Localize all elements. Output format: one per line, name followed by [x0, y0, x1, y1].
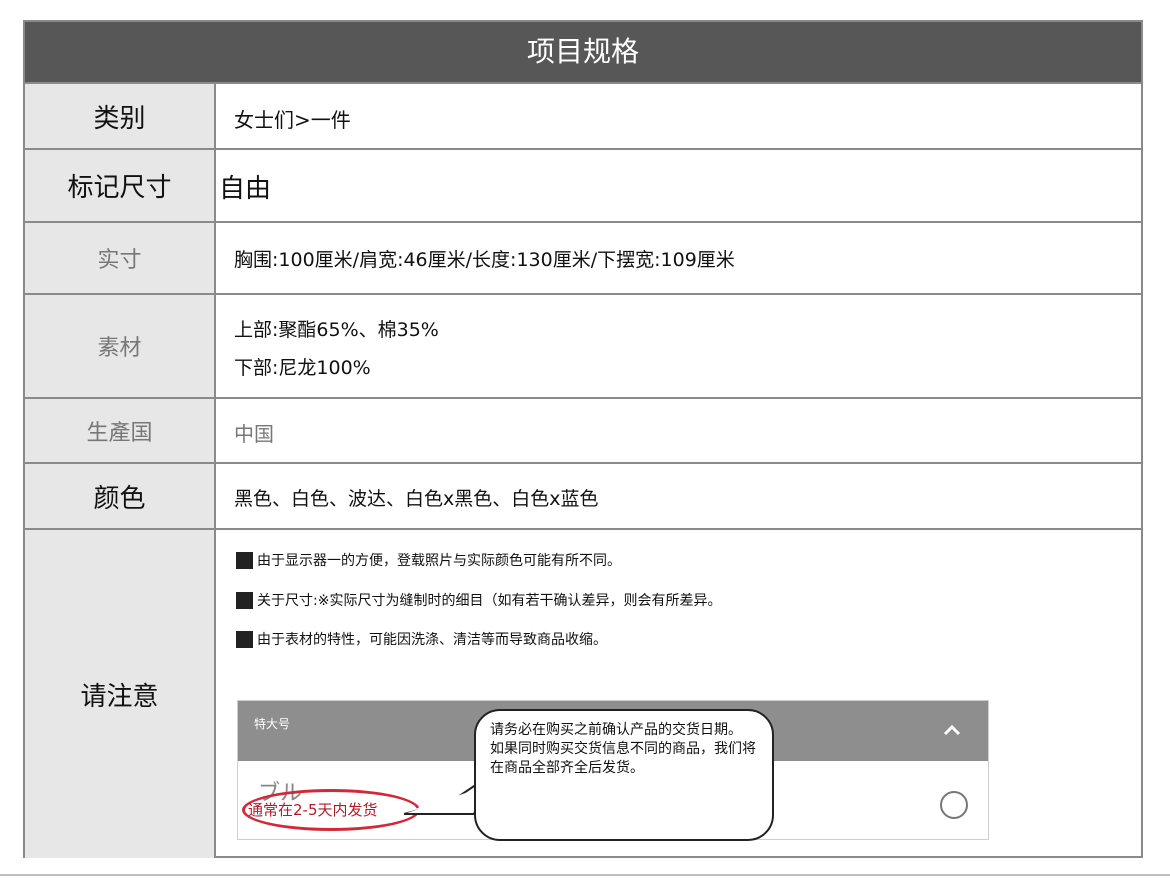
notice-item: 由于显示器一的方便，登载照片与实际颜色可能有所不同。 [236, 550, 621, 570]
measure-value: 胸围:100厘米/肩宽:46厘米/长度:130厘米/下摆宽:109厘米 [234, 249, 735, 271]
page-bottom-divider [0, 874, 1170, 876]
size-value: 自由 [219, 174, 272, 204]
row-value: 中国 [216, 399, 1141, 462]
row-label: 实寸 [25, 223, 216, 293]
row-size: 标记尺寸 自由 [25, 148, 1141, 221]
square-bullet-icon [236, 591, 253, 609]
row-material: 素材 上部:聚酯65%、棉35% 下部:尼龙100% [25, 293, 1141, 397]
row-notice: 请注意 由于显示器一的方便，登载照片与实际颜色可能有所不同。 关于尺寸:※实际尺… [25, 528, 1141, 858]
delivery-time: 通常在2-5天内发货 [248, 801, 378, 819]
callout-line: 请务必在购买之前确认产品的交货日期。 [490, 722, 742, 738]
square-bullet-icon [236, 630, 253, 648]
row-label: 素材 [25, 295, 216, 397]
row-label: 标记尺寸 [25, 150, 216, 221]
table-title: 项目规格 [25, 22, 1141, 82]
delivery-note-callout: 请务必在购买之前确认产品的交货日期。 如果同时购买交货信息不同的商品，我们将在商… [474, 709, 774, 841]
row-value: 女士们>一件 [216, 84, 1141, 148]
row-label: 颜色 [25, 464, 216, 528]
option-name: 特大号 [254, 717, 291, 731]
radio-unselected-icon[interactable] [940, 791, 968, 819]
row-value: 由于显示器一的方便，登载照片与实际颜色可能有所不同。 关于尺寸:※实际尺寸为缝制… [216, 530, 1141, 858]
row-color: 颜色 黑色、白色、波达、白色x黑色、白色x蓝色 [25, 462, 1141, 528]
square-bullet-icon [236, 551, 253, 569]
row-label: 生產国 [25, 399, 216, 462]
category-value: 女士们>一件 [234, 108, 351, 132]
row-label: 请注意 [25, 530, 216, 858]
material-bottom: 下部:尼龙100% [234, 357, 371, 379]
notice-item: 由于表材的特性，可能因洗涤、清洁等而导致商品收缩。 [236, 629, 607, 649]
color-value: 黑色、白色、波达、白色x黑色、白色x蓝色 [234, 488, 599, 510]
origin-value: 中国 [234, 422, 274, 446]
material-top: 上部:聚酯65%、棉35% [234, 319, 439, 341]
row-category: 类别 女士们>一件 [25, 82, 1141, 148]
row-value: 胸围:100厘米/肩宽:46厘米/长度:130厘米/下摆宽:109厘米 [216, 223, 1141, 293]
row-measure: 实寸 胸围:100厘米/肩宽:46厘米/长度:130厘米/下摆宽:109厘米 [25, 221, 1141, 293]
chevron-up-icon[interactable] [940, 719, 964, 743]
notice-item: 关于尺寸:※实际尺寸为缝制时的细目（如有若干确认差异，则会有所差异。 [236, 590, 721, 610]
row-label: 类别 [25, 84, 216, 148]
row-value: 黑色、白色、波达、白色x黑色、白色x蓝色 [216, 464, 1141, 528]
row-origin: 生產国 中国 [25, 397, 1141, 462]
row-value: 自由 [216, 150, 1141, 221]
row-value: 上部:聚酯65%、棉35% 下部:尼龙100% [216, 295, 1141, 397]
callout-line: 如果同时购买交货信息不同的商品，我们将在商品全部齐全后发货。 [490, 741, 756, 776]
spec-table: 项目规格 类别 女士们>一件 标记尺寸 自由 实寸 胸围:100厘米/肩宽:46… [23, 20, 1143, 858]
